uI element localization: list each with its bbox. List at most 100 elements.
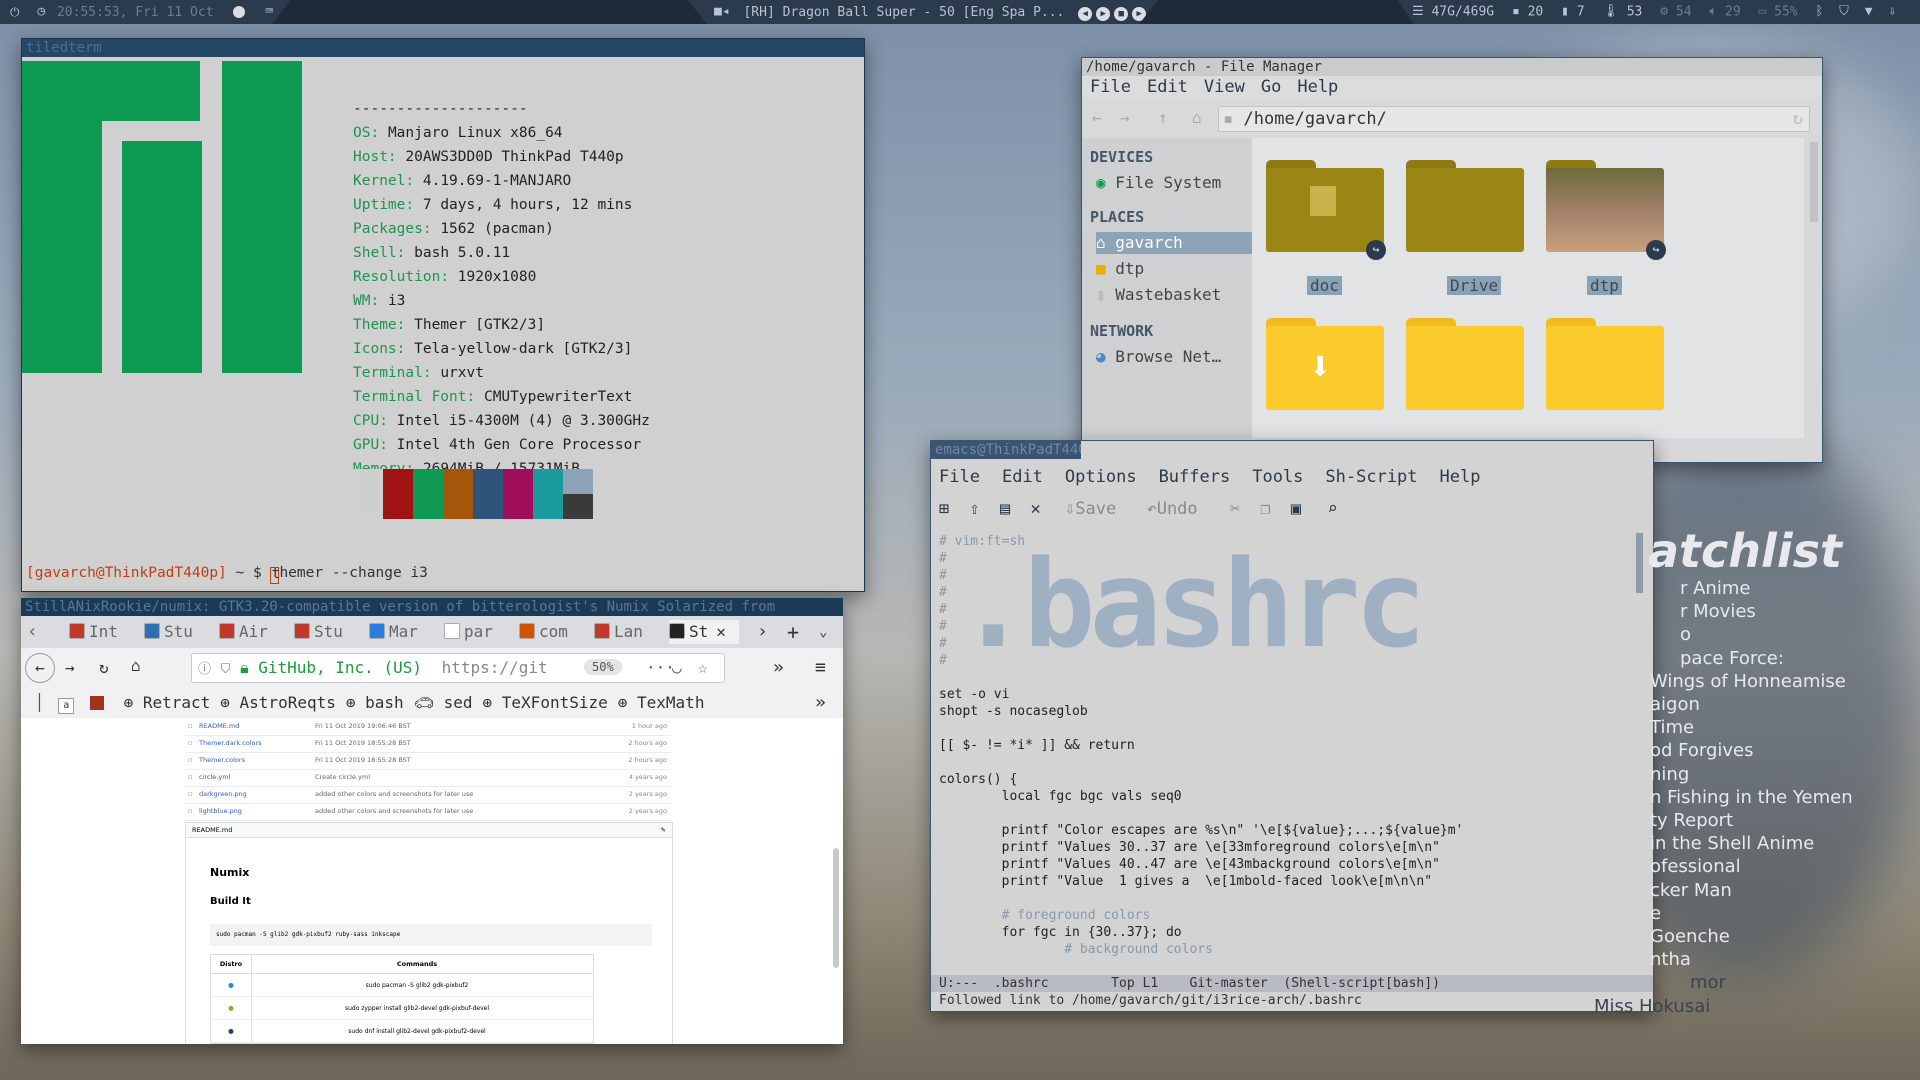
- close-tab-icon[interactable]: ✕: [716, 622, 726, 641]
- browser-tab[interactable]: Stu: [294, 620, 364, 644]
- home-icon[interactable]: ⌂: [131, 656, 141, 675]
- volume-value[interactable]: 29: [1725, 5, 1741, 20]
- file-manager-window[interactable]: /home/gavarch - File Manager File Edit Vie…: [1081, 57, 1823, 463]
- emacs-menu-help[interactable]: Help: [1440, 467, 1481, 487]
- bookmark-folder-icon[interactable]: [89, 696, 104, 710]
- folder-item[interactable]: [1406, 160, 1524, 252]
- firefox-window[interactable]: StillANixRookie/numix: GTK3.20-compatibl…: [21, 598, 843, 1044]
- emacs-menu-tools[interactable]: Tools: [1252, 467, 1303, 487]
- url-text[interactable]: https://git: [442, 658, 548, 677]
- sidebar-item-gavarch[interactable]: ⌂ gavarch: [1096, 232, 1252, 254]
- keyboard-layout[interactable]: gb: [4, 29, 20, 44]
- refresh-icon[interactable]: ↻: [1793, 107, 1803, 131]
- sidebar-item-wastebasket[interactable]: ▮ Wastebasket: [1096, 284, 1252, 306]
- menu-go[interactable]: Go: [1261, 77, 1281, 97]
- up-icon[interactable]: ↑: [1158, 108, 1168, 127]
- site-identity[interactable]: GitHub, Inc. (US): [258, 658, 422, 677]
- play-icon[interactable]: ▶: [1096, 6, 1111, 21]
- search-icon[interactable]: ⌕: [1327, 499, 1337, 519]
- url-bar[interactable]: ⓘ ⛉ 🔒︎ GitHub, Inc. (US) https://git 50%…: [191, 653, 725, 683]
- terminal-window[interactable]: tiledterm -------------------- OS: Manja…: [21, 38, 865, 592]
- sidebar-item-dtp[interactable]: ■ dtp: [1096, 258, 1252, 280]
- undo-icon[interactable]: ↶: [1146, 499, 1156, 519]
- path-text[interactable]: /home/gavarch/: [1244, 109, 1387, 129]
- file-name[interactable]: lightblue.png: [199, 803, 242, 820]
- open-file-icon[interactable]: ⇧: [970, 499, 980, 519]
- bookmark-star-icon[interactable]: ☆: [698, 654, 708, 682]
- sidebar-item-browse-network[interactable]: ◕ Browse Net…: [1096, 346, 1252, 368]
- next-icon[interactable]: ▶: [1132, 6, 1147, 21]
- browser-tab[interactable]: Air: [219, 620, 289, 644]
- browser-tab[interactable]: Mar: [369, 620, 439, 644]
- menu-help[interactable]: Help: [1297, 77, 1338, 97]
- repo-file-row[interactable]: ▫ Themer.colors Fri 11 Oct 2019 18:55:28 B…: [185, 752, 671, 770]
- repo-file-row[interactable]: ▫ lightblue.png added other colors and scr…: [185, 803, 671, 821]
- browser-tab[interactable]: par: [444, 620, 514, 644]
- path-bar[interactable]: ▪ /home/gavarch/ ↻: [1218, 106, 1810, 132]
- page-scrollbar[interactable]: [833, 848, 839, 968]
- edit-pencil-icon[interactable]: ✎: [661, 823, 666, 837]
- file-name[interactable]: darkgreen.png: [199, 786, 247, 803]
- cut-icon[interactable]: ✂: [1230, 499, 1240, 519]
- folder-item[interactable]: [1406, 318, 1524, 410]
- emacs-menu-buffers[interactable]: Buffers: [1159, 467, 1231, 487]
- browser-tab[interactable]: com: [519, 620, 589, 644]
- tab-scroll-right-icon[interactable]: ›: [757, 620, 768, 644]
- emacs-menu-file[interactable]: File: [939, 467, 980, 487]
- shield-icon[interactable]: ⛉: [1839, 0, 1849, 24]
- emacs-menu-options[interactable]: Options: [1065, 467, 1137, 487]
- menu-file[interactable]: File: [1090, 77, 1131, 97]
- reload-icon[interactable]: ↻: [99, 658, 109, 677]
- wifi-icon[interactable]: ▼: [1865, 0, 1873, 24]
- bookmark-item[interactable]: 🚗︎ sed: [414, 693, 473, 712]
- tab-list-icon[interactable]: ⌄: [819, 620, 827, 644]
- zoom-badge[interactable]: 50%: [584, 659, 622, 675]
- save-button[interactable]: Save: [1075, 499, 1116, 519]
- open-directory-icon[interactable]: ▤: [1000, 499, 1010, 519]
- file-name[interactable]: Themer.colors: [199, 752, 245, 769]
- bookmark-item[interactable]: ⊕ bash: [346, 693, 404, 712]
- bookmarks-overflow-icon[interactable]: »: [815, 688, 826, 718]
- close-buffer-icon[interactable]: ✕: [1031, 499, 1041, 519]
- pocket-icon[interactable]: ◡: [672, 654, 682, 682]
- tab-scroll-left-icon[interactable]: ‹: [27, 620, 38, 644]
- volume-icon[interactable]: 🔈︎: [1709, 0, 1717, 24]
- editor-scrollbar[interactable]: [1636, 533, 1643, 593]
- folder-item[interactable]: ↪: [1546, 160, 1666, 260]
- forward-icon[interactable]: →: [65, 658, 75, 677]
- editor-buffer[interactable]: # vim:ft=sh # # # # # # # set -o vi shopt -s noca…: [931, 533, 1631, 973]
- new-tab-icon[interactable]: +: [787, 620, 799, 644]
- repo-file-row[interactable]: ▫ README.md Fri 11 Oct 2019 19:06:46 BST 1 …: [185, 718, 671, 736]
- home-icon[interactable]: ⌂: [1192, 108, 1202, 127]
- emacs-window[interactable]: emacs@ThinkPadT440p File Edit Options Buffe…: [930, 440, 1654, 1012]
- menu-view[interactable]: View: [1204, 77, 1245, 97]
- paste-icon[interactable]: ▣: [1291, 499, 1301, 519]
- repo-file-row[interactable]: ▫ darkgreen.png added other colors and scr…: [185, 786, 671, 804]
- back-icon[interactable]: ←: [1092, 108, 1102, 127]
- save-icon[interactable]: ⇩: [1065, 499, 1075, 519]
- info-icon[interactable]: ⓘ: [198, 662, 211, 677]
- browser-tab[interactable]: Int: [69, 620, 139, 644]
- copy-icon[interactable]: ❐: [1260, 499, 1270, 519]
- hamburger-menu-icon[interactable]: ≡: [815, 657, 826, 678]
- bluetooth-icon[interactable]: ᛒ: [1815, 0, 1823, 24]
- browser-tab[interactable]: Lan: [594, 620, 664, 644]
- page-actions-icon[interactable]: ···: [646, 654, 675, 682]
- bookmark-item[interactable]: ⊕ AstroReqts: [220, 693, 336, 712]
- back-icon[interactable]: ←: [25, 653, 55, 683]
- folder-item[interactable]: ⬇: [1266, 318, 1384, 410]
- file-grid-scrollbar[interactable]: [1810, 142, 1818, 222]
- emacs-menu-edit[interactable]: Edit: [1002, 467, 1043, 487]
- browser-tab[interactable]: St ✕: [669, 620, 739, 644]
- repo-file-row[interactable]: ▫ circle.yml Create circle.yml 4 years ago: [185, 769, 671, 787]
- undo-button[interactable]: Undo: [1157, 499, 1198, 519]
- bookmark-item[interactable]: ⊕ TexMath: [618, 693, 705, 712]
- folder-item[interactable]: [1546, 318, 1664, 410]
- overflow-menu-icon[interactable]: »: [773, 657, 784, 678]
- power-icon[interactable]: ⏻: [10, 0, 20, 24]
- menu-edit[interactable]: Edit: [1147, 77, 1188, 97]
- sidebar-item-file-system[interactable]: ◉ File System: [1096, 172, 1252, 194]
- shell-prompt[interactable]: [gavarch@ThinkPadT440p] ~ $ themer --cha…: [26, 565, 428, 584]
- repo-file-row[interactable]: ▫ Themer.dark.colors Fri 11 Oct 2019 18:55…: [185, 735, 671, 753]
- file-name[interactable]: README.md: [199, 718, 239, 735]
